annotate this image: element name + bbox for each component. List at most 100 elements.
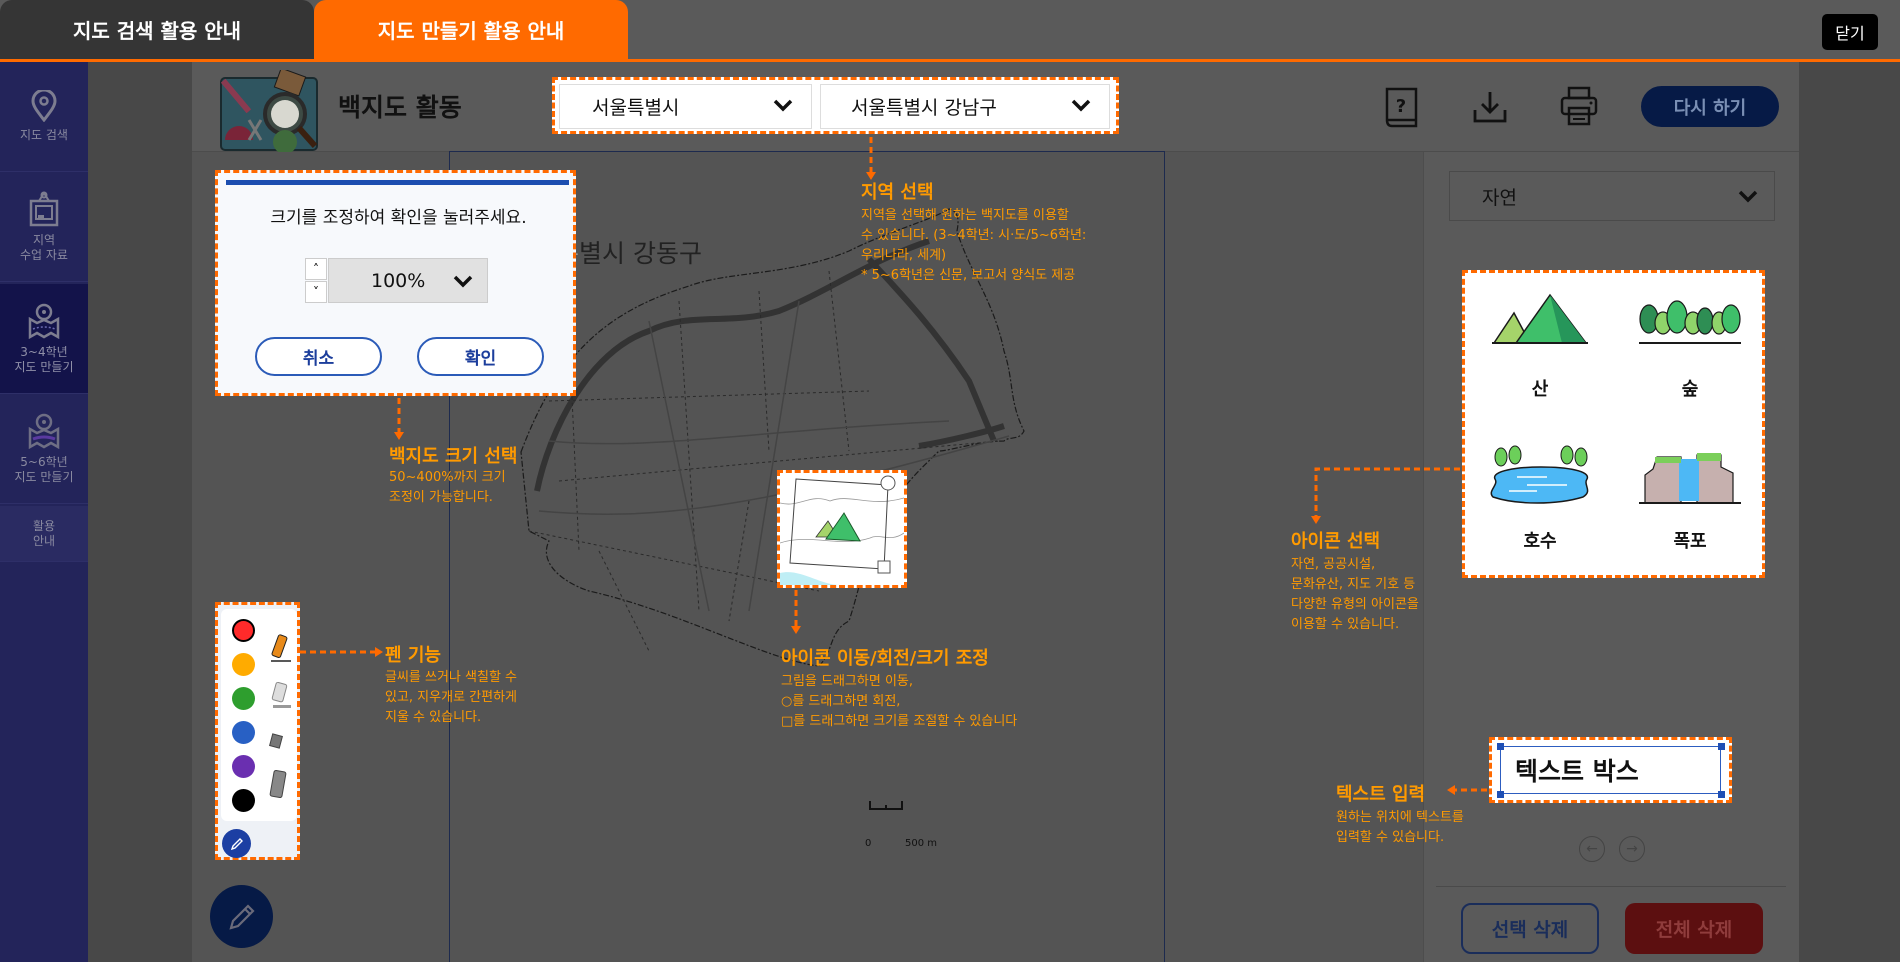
retry-button[interactable]: 다시 하기: [1641, 86, 1779, 127]
confirm-button[interactable]: 확인: [417, 337, 544, 376]
floating-pen-button[interactable]: [210, 885, 273, 948]
eraser-small-icon[interactable]: [267, 733, 287, 749]
arrow-right-icon: →: [1626, 841, 1638, 857]
annotation-text-input-title: 텍스트 입력: [1336, 784, 1426, 805]
color-swatch-purple[interactable]: [232, 755, 255, 778]
map-size-dialog: 크기를 조정하여 확인을 눌러주세요. ˄ ˅ 100% 취소 확인: [215, 170, 576, 396]
pencil-icon: [230, 837, 243, 850]
size-increase-button[interactable]: ˄: [305, 258, 327, 280]
delete-all-button[interactable]: 전체 삭제: [1625, 903, 1763, 954]
mountain-icon: [1492, 293, 1588, 344]
resize-handle[interactable]: [1497, 743, 1504, 750]
icon-label: 숲: [1681, 379, 1699, 400]
icon-item-lake[interactable]: 호수: [1465, 445, 1615, 553]
annotation-transform-body: 그림을 드래그하면 이동, ○를 드래그하면 회전, □를 드래그하면 크기를 조절…: [781, 674, 1018, 729]
prev-page-button[interactable]: ←: [1579, 836, 1605, 862]
pen-toggle-button[interactable]: [222, 829, 251, 858]
district-select[interactable]: 서울특별시 강남구: [820, 84, 1110, 129]
annotation-size-title: 백지도 크기 선택: [389, 446, 518, 467]
download-icon[interactable]: [1472, 90, 1508, 124]
color-swatch-blue[interactable]: [232, 721, 255, 744]
map-pin-fold-icon: [28, 413, 60, 449]
close-button[interactable]: 닫기: [1822, 14, 1878, 50]
region-select-group: 서울특별시 서울특별시 강남구: [552, 77, 1119, 134]
annotation-icon-select-title: 아이콘 선택: [1291, 531, 1381, 552]
icon-label: 폭포: [1673, 531, 1707, 552]
page-title: 백지도 활동: [338, 93, 462, 122]
resize-handle[interactable]: [1718, 791, 1725, 798]
color-swatch-red[interactable]: [232, 619, 255, 642]
icon-item-waterfall[interactable]: 폭포: [1615, 445, 1765, 553]
annotation-pen-body: 글씨를 쓰거나 색칠할 수 있고, 지우개로 간편하게 지울 수 있습니다.: [385, 670, 517, 725]
annotation-region-title: 지역 선택: [861, 182, 934, 203]
tab-map-making-guide[interactable]: 지도 만들기 활용 안내: [314, 0, 628, 59]
highlighter-icon[interactable]: [267, 681, 293, 711]
scale-label-zero: 0: [865, 838, 872, 849]
icon-transform-demo[interactable]: [777, 470, 907, 588]
pencil-icon[interactable]: [267, 633, 293, 663]
left-gutter: [88, 62, 192, 962]
icon-label: 호수: [1523, 531, 1557, 552]
text-input-demo: 텍스트 박스: [1489, 737, 1732, 803]
size-select[interactable]: 100%: [328, 258, 488, 303]
delete-selected-button[interactable]: 선택 삭제: [1461, 903, 1599, 954]
sidebar-item-label: 활용 안내: [32, 518, 56, 548]
city-select[interactable]: 서울특별시: [559, 84, 812, 129]
svg-text:?: ?: [1396, 96, 1406, 117]
blank-map-activity-logo: [220, 70, 318, 152]
sidebar-item-grade56-map[interactable]: 5~6학년 지도 만들기: [0, 394, 88, 504]
pen-palette: [215, 602, 300, 860]
arrow-left-icon: ←: [1586, 841, 1598, 857]
sidebar-item-label: 5~6학년 지도 만들기: [14, 454, 74, 484]
icon-label: 산: [1531, 379, 1549, 400]
sidebar-item-grade34-map[interactable]: 3~4학년 지도 만들기: [0, 284, 88, 394]
cancel-button[interactable]: 취소: [255, 337, 382, 376]
chevron-down-icon: [1071, 99, 1091, 112]
size-decrease-button[interactable]: ˅: [305, 281, 327, 303]
text-box[interactable]: 텍스트 박스: [1500, 746, 1721, 794]
pen-palette-panel: [221, 609, 297, 821]
annotation-pen-title: 펜 기능: [385, 645, 441, 666]
right-gutter: [1799, 62, 1900, 962]
annotation-transform-title: 아이콘 이동/회전/크기 조정: [781, 648, 989, 669]
icon-category-value: 자연: [1482, 186, 1517, 209]
rotate-handle-icon: [880, 475, 896, 491]
next-page-button[interactable]: →: [1619, 836, 1645, 862]
icon-item-mountain[interactable]: 산: [1465, 291, 1615, 401]
color-swatch-green[interactable]: [232, 687, 255, 710]
sidebar-item-lesson-materials[interactable]: 지역 수업 자료: [0, 172, 88, 282]
sidebar: 지도 검색 지역 수업 자료 3~4학년 지도 만들기 5~6학년 지도 만들기…: [0, 62, 88, 962]
icon-item-forest[interactable]: 숲: [1615, 291, 1765, 401]
icon-category-select[interactable]: 자연: [1449, 171, 1775, 221]
lake-icon: [1490, 445, 1589, 504]
size-select-value: 100%: [371, 269, 426, 292]
resize-handle[interactable]: [1497, 791, 1504, 798]
map-pin-icon: [31, 90, 57, 122]
help-book-icon[interactable]: ?: [1384, 86, 1420, 128]
sidebar-item-label: 지역 수업 자료: [20, 232, 68, 262]
annotation-size-body: 50~400%까지 크기 조정이 가능합니다.: [389, 470, 506, 505]
forest-icon: [1639, 300, 1741, 344]
divider: [1436, 886, 1786, 887]
resize-handle-icon: [877, 560, 891, 574]
print-icon[interactable]: [1560, 86, 1598, 126]
sidebar-item-label: 지도 검색: [20, 128, 68, 142]
color-swatch-orange[interactable]: [232, 653, 255, 676]
scale-bar: [869, 801, 903, 810]
eraser-large-icon[interactable]: [267, 769, 289, 799]
waterfall-icon: [1639, 453, 1741, 504]
color-swatch-black[interactable]: [232, 789, 255, 812]
resize-handle[interactable]: [1718, 743, 1725, 750]
tab-map-search-guide[interactable]: 지도 검색 활용 안내: [0, 0, 314, 59]
sidebar-item-usage-guide[interactable]: 활용 안내: [0, 506, 88, 562]
annotation-icon-select-body: 자연, 공공시설, 문화유산, 지도 기호 등 다양한 유형의 아이콘을 이용할 수 …: [1291, 557, 1419, 632]
scale-label-end: 500 m: [905, 838, 938, 849]
city-select-value: 서울특별시: [592, 97, 680, 119]
pencil-icon: [228, 903, 255, 930]
annotation-region-body: 지역을 선택해 원하는 백지도를 이용할 수 있습니다. (3~4학년: 시·도/…: [861, 208, 1087, 283]
transform-preview: [780, 475, 904, 585]
dialog-message: 크기를 조정하여 확인을 눌러주세요.: [270, 208, 527, 228]
frame-board-icon: [29, 191, 59, 226]
highway-line: [866, 256, 997, 443]
sidebar-item-map-search[interactable]: 지도 검색: [0, 62, 88, 172]
